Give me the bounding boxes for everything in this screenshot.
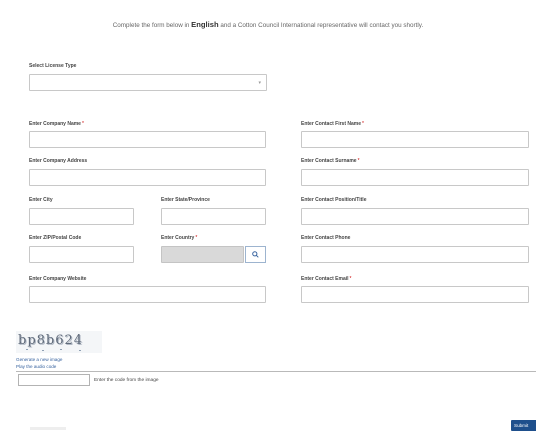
company-name-label: Enter Company Name* (29, 121, 84, 127)
phone-input[interactable] (301, 246, 529, 263)
email-label: Enter Contact Email* (301, 276, 352, 282)
company-address-label: Enter Company Address (29, 158, 88, 164)
divider (16, 371, 536, 372)
position-label: Enter Contact Position/Title (301, 197, 367, 203)
license-type-select[interactable]: ▾ (29, 74, 267, 91)
intro-language: English (191, 20, 219, 29)
captcha-code-label: Enter the code from the image (94, 378, 159, 383)
surname-label: Enter Contact Surname* (301, 158, 360, 164)
intro-text: Complete the form below in English and a… (112, 20, 424, 29)
captcha-image: bp8b624 (16, 331, 102, 353)
search-icon (252, 251, 259, 258)
zip-label: Enter ZIP/Postal Code (29, 235, 82, 241)
surname-input[interactable] (301, 169, 529, 186)
country-search-button[interactable] (245, 246, 266, 263)
phone-label: Enter Contact Phone (301, 235, 351, 241)
first-name-label: Enter Contact First Name* (301, 121, 364, 127)
country-label: Enter Country* (161, 235, 198, 241)
chevron-down-icon: ▾ (258, 80, 261, 86)
company-name-input[interactable] (29, 131, 266, 148)
state-input[interactable] (161, 208, 266, 225)
website-label: Enter Company Website (29, 276, 87, 282)
captcha-code-input[interactable] (18, 374, 90, 386)
email-input[interactable] (301, 286, 529, 303)
first-name-input[interactable] (301, 131, 529, 148)
submit-button[interactable]: Submit (511, 420, 536, 431)
position-input[interactable] (301, 208, 529, 225)
country-input (161, 246, 244, 263)
website-input[interactable] (29, 286, 266, 303)
footer-placeholder (30, 427, 66, 430)
license-type-label: Select License Type (29, 63, 77, 69)
zip-input[interactable] (29, 246, 134, 263)
city-label: Enter City (29, 197, 53, 203)
generate-new-image-link[interactable]: Generate a new image (16, 357, 62, 362)
play-audio-link[interactable]: Play the audio code (16, 364, 56, 369)
company-address-input[interactable] (29, 169, 266, 186)
state-label: Enter State/Province (161, 197, 210, 203)
city-input[interactable] (29, 208, 134, 225)
